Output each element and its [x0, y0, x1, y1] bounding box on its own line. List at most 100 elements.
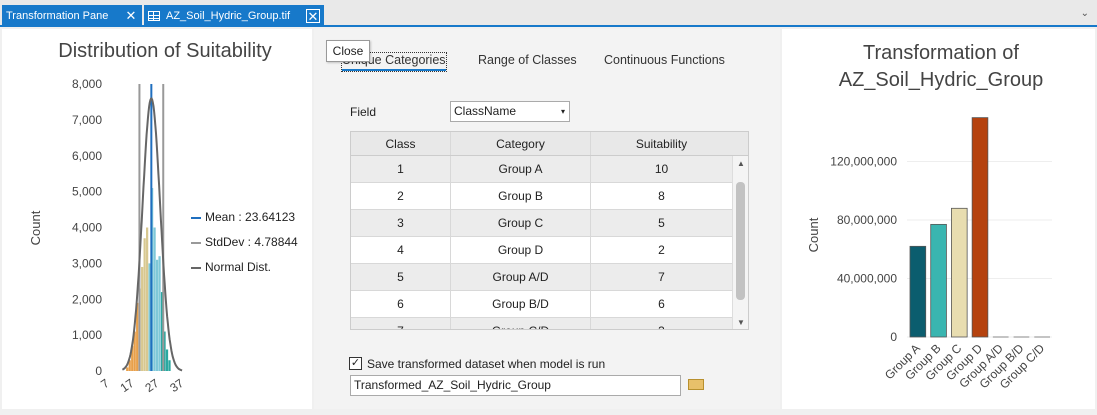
histogram-bar	[155, 259, 159, 371]
table-row[interactable]: 4 Group D2	[351, 237, 748, 264]
document-tab-bar: Transformation Pane ✕ AZ_Soil_Hydric_Gro…	[0, 0, 1097, 27]
cell-suitability[interactable]: 6	[591, 291, 732, 317]
legend-normal: Normal Dist.	[191, 255, 298, 280]
tab-az-soil-hydric-group[interactable]: AZ_Soil_Hydric_Group.tif ✕	[144, 5, 324, 27]
title-line-1: Transformation of	[863, 42, 1019, 64]
table-row[interactable]: 1 Group A 10	[351, 156, 748, 183]
y-tick-label: 2,000	[72, 292, 102, 306]
output-dataset-field[interactable]: Transformed_AZ_Soil_Hydric_Group	[350, 375, 681, 396]
table-body: 1 Group A 10 2 Group B8 3 Group C5 4 Group D2…	[351, 156, 748, 329]
table-row[interactable]: 2 Group B8	[351, 183, 748, 210]
y-tick-label: 7,000	[72, 113, 102, 127]
scroll-thumb[interactable]	[736, 182, 745, 300]
histogram-bar	[146, 227, 149, 371]
cell-category: Group A/D	[451, 264, 591, 290]
histogram-bar	[168, 360, 171, 371]
cell-class: 6	[351, 291, 451, 317]
bar	[951, 207, 968, 338]
cell-class: 7	[351, 318, 451, 329]
y-tick-label: 40,000,000	[837, 272, 897, 286]
tab-transformation-pane[interactable]: Transformation Pane ✕	[2, 5, 142, 27]
field-label: Field	[350, 105, 377, 119]
table-header: Class Category Suitability	[351, 132, 748, 156]
bar	[909, 245, 927, 338]
x-tick-label: 27	[142, 376, 161, 395]
cell-category: Group B/D	[451, 291, 591, 317]
histogram-bar	[165, 349, 169, 371]
table-icon	[148, 11, 160, 21]
col-header-class[interactable]: Class	[351, 132, 451, 155]
x-tick-label: 37	[167, 376, 186, 395]
y-tick-label: 80,000,000	[837, 213, 897, 227]
tab-range-of-classes[interactable]: Range of Classes	[478, 53, 577, 67]
col-header-suitability[interactable]: Suitability	[591, 132, 732, 155]
folder-icon[interactable]	[688, 379, 704, 390]
y-tick-label: 0	[890, 330, 897, 344]
close-tooltip: Close	[326, 40, 370, 62]
y-tick-label: 6,000	[72, 149, 102, 163]
cell-class: 4	[351, 237, 451, 263]
tab-label: AZ_Soil_Hydric_Group.tif	[166, 10, 291, 22]
cell-suitability[interactable]: 3	[591, 318, 732, 329]
transformation-chart-title: Transformation of AZ_Soil_Hydric_Group	[800, 40, 1082, 94]
col-header-category[interactable]: Category	[451, 132, 591, 155]
categories-table: Class Category Suitability 1 Group A 10 2G…	[350, 131, 749, 330]
legend-mean: Mean : 23.64123	[191, 205, 298, 230]
scroll-down-icon[interactable]: ▼	[733, 318, 748, 327]
cell-class: 1	[351, 156, 451, 182]
cell-class: 3	[351, 210, 451, 236]
cell-suitability[interactable]: 5	[591, 210, 732, 236]
save-dataset-label: Save transformed dataset when model is r…	[367, 357, 606, 371]
save-dataset-checkbox[interactable]: ✓	[349, 357, 362, 370]
legend-mean-label: Mean : 23.64123	[205, 210, 296, 224]
legend-normal-label: Normal Dist.	[205, 260, 272, 274]
legend-stddev-label: StdDev : 4.78844	[205, 235, 298, 249]
cell-suitability[interactable]: 2	[591, 237, 732, 263]
tab-label: Transformation Pane	[6, 10, 109, 22]
cell-category: Group D	[451, 237, 591, 263]
field-select[interactable]: ClassName ▾	[450, 101, 570, 122]
y-tick-label: 1,000	[72, 328, 102, 342]
histogram-bar	[126, 367, 129, 371]
distribution-legend: Mean : 23.64123 StdDev : 4.78844 Normal …	[191, 205, 298, 280]
x-tick-label: 17	[118, 376, 137, 395]
histogram-bar	[143, 238, 146, 371]
legend-stddev: StdDev : 4.78844	[191, 230, 298, 255]
histogram-bar	[141, 266, 144, 371]
title-line-2: AZ_Soil_Hydric_Group	[838, 69, 1044, 91]
table-row[interactable]: 5 Group A/D 7	[351, 264, 748, 291]
histogram-bar	[153, 227, 156, 371]
cell-category: Group B	[451, 183, 591, 209]
tab-continuous-functions[interactable]: Continuous Functions	[604, 53, 725, 67]
y-tick-label: 8,000	[72, 77, 102, 91]
bar	[971, 117, 989, 338]
table-scrollbar[interactable]: ▲ ▼	[732, 156, 748, 329]
field-select-value: ClassName	[454, 104, 517, 118]
transformation-chart: Count040,000,00080,000,000120,000,000Gro…	[806, 117, 1052, 392]
table-row[interactable]: 6 Group B/D 6	[351, 291, 748, 318]
y-tick-label: 5,000	[72, 185, 102, 199]
histogram-bar	[158, 256, 161, 371]
cell-suitability[interactable]: 7	[591, 264, 732, 290]
table-row[interactable]: 7Group C/D3	[351, 318, 748, 329]
cell-category: Group C	[451, 210, 591, 236]
y-axis-label: Count	[806, 217, 821, 252]
cell-class: 2	[351, 183, 451, 209]
y-tick-label: 120,000,000	[830, 155, 897, 169]
y-tick-label: 4,000	[72, 221, 102, 235]
cell-category: Group C/D	[451, 318, 591, 329]
dropdown-arrow-icon: ▾	[560, 107, 565, 116]
x-tick-label: 7	[98, 376, 112, 391]
chevron-down-icon[interactable]: ⌄	[1081, 8, 1089, 19]
close-icon[interactable]: ✕	[306, 9, 320, 24]
cell-category: Group A	[451, 156, 591, 182]
cell-class: 5	[351, 264, 451, 290]
bar	[930, 223, 947, 338]
scroll-up-icon[interactable]: ▲	[733, 159, 748, 168]
cell-suitability[interactable]: 8	[591, 183, 732, 209]
cell-suitability[interactable]: 10	[591, 156, 732, 182]
y-tick-label: 0	[95, 364, 102, 378]
distribution-title: Distribution of Suitability	[58, 40, 272, 62]
close-icon[interactable]: ✕	[124, 9, 138, 23]
table-row[interactable]: 3 Group C5	[351, 210, 748, 237]
